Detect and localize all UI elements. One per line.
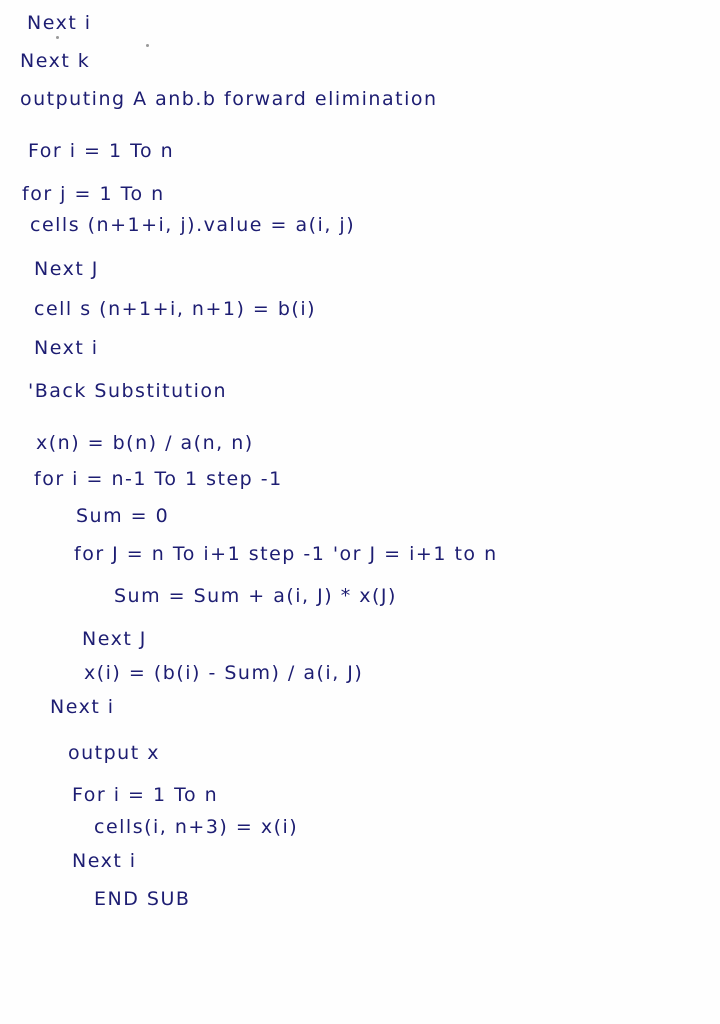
code-line: Next i bbox=[50, 696, 115, 718]
code-line: Next J bbox=[82, 628, 147, 650]
code-line: For i = 1 To n bbox=[72, 784, 219, 806]
code-line: x(i) = (b(i) - Sum) / a(i, J) bbox=[84, 662, 364, 684]
code-line: Sum = Sum + a(i, J) * x(J) bbox=[114, 585, 397, 607]
section-heading: outputing A anb.b forward elimination bbox=[20, 88, 438, 110]
ink-speck bbox=[56, 36, 59, 39]
code-line: Next J bbox=[34, 258, 99, 280]
code-line: For i = 1 To n bbox=[28, 140, 175, 162]
code-line: Next i bbox=[34, 337, 99, 359]
handwritten-page: Next i Next k outputing A anb.b forward … bbox=[0, 0, 720, 1024]
code-line: output x bbox=[68, 742, 160, 764]
code-line: Next k bbox=[20, 50, 91, 72]
code-line: for j = 1 To n bbox=[22, 183, 165, 205]
code-line: cells(i, n+3) = x(i) bbox=[94, 816, 299, 838]
code-line: cell s (n+1+i, n+1) = b(i) bbox=[34, 298, 317, 320]
code-line: x(n) = b(n) / a(n, n) bbox=[36, 432, 254, 454]
code-line: cells (n+1+i, j).value = a(i, j) bbox=[30, 214, 356, 236]
code-line: Next i bbox=[27, 12, 92, 34]
code-line: for J = n To i+1 step -1 'or J = i+1 to … bbox=[74, 543, 498, 565]
ink-speck bbox=[146, 44, 149, 47]
section-heading: 'Back Substitution bbox=[28, 380, 228, 402]
code-line: END SUB bbox=[94, 888, 191, 910]
code-line: for i = n-1 To 1 step -1 bbox=[34, 468, 283, 490]
code-line: Next i bbox=[72, 850, 137, 872]
code-line: Sum = 0 bbox=[76, 505, 170, 527]
